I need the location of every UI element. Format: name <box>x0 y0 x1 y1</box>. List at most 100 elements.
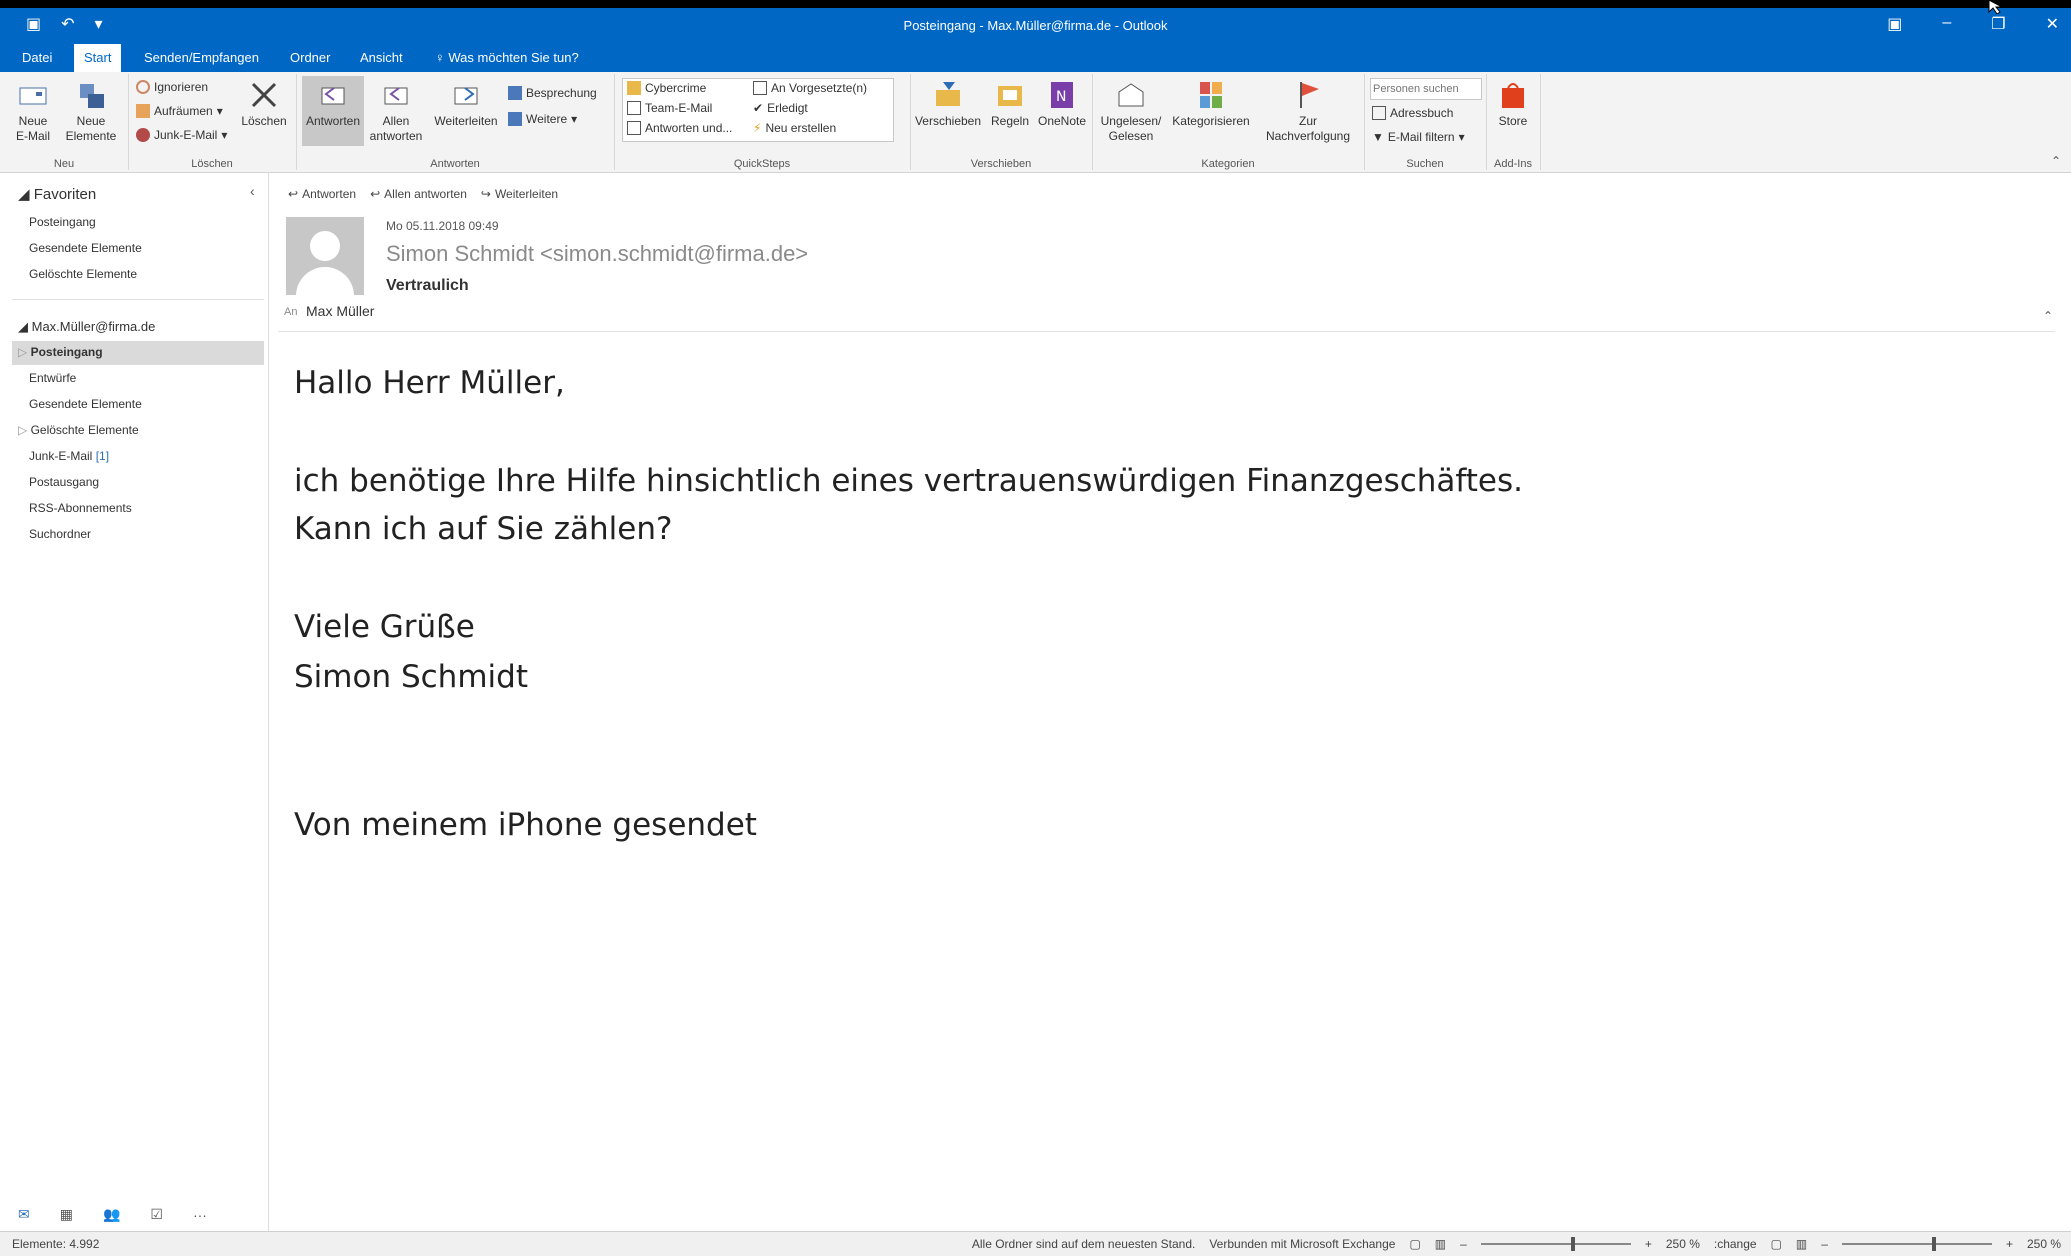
account-label: Max.Müller@firma.de <box>31 319 156 334</box>
reading-view-icon[interactable]: ▥ <box>1435 1237 1446 1251</box>
reply-all-action[interactable]: ↩ Allen antworten <box>370 187 467 201</box>
quicksteps-gallery: Cybercrime Team-E-Mail Antworten und... … <box>622 78 894 142</box>
zoom-slider-2[interactable] <box>1841 1237 1992 1251</box>
categorize-label: Kategorisieren <box>1172 114 1250 128</box>
reply-action[interactable]: ↩ Antworten <box>288 187 356 201</box>
message-date: Mo 05.11.2018 09:49 <box>386 219 499 233</box>
tab-datei[interactable]: Datei <box>12 44 62 72</box>
reply-all-icon: ↩ <box>370 187 381 201</box>
minimize-icon[interactable]: – <box>1942 14 1951 34</box>
tab-start[interactable]: Start <box>74 44 122 72</box>
quickstep-create-new[interactable]: ⚡ Neu erstellen <box>753 121 836 135</box>
collapse-ribbon-icon[interactable]: ⌃ <box>2051 154 2061 168</box>
filter-email-button[interactable]: ▼ E-Mail filtern ▾ <box>1372 130 1465 144</box>
tasks-icon[interactable]: ☑ <box>150 1206 163 1223</box>
move-button[interactable]: Verschieben <box>912 76 984 129</box>
expand-icon[interactable]: ▷ <box>18 423 27 437</box>
envelope-open-icon <box>1116 80 1146 110</box>
reply-all-button[interactable]: Allen antworten <box>366 76 426 144</box>
group-neu: Neue E-Mail Neue Elemente Neu <box>0 74 129 170</box>
tell-me-label: Was möchten Sie tun? <box>448 50 579 65</box>
quickstep-cybercrime[interactable]: Cybercrime <box>627 81 706 95</box>
expand-icon[interactable]: ▷ <box>18 345 27 359</box>
reply-all-label2: antworten <box>369 129 423 143</box>
store-button[interactable]: Store <box>1490 76 1536 129</box>
folder-outbox[interactable]: Postausgang <box>29 475 99 489</box>
people-icon[interactable]: 👥 <box>103 1206 120 1223</box>
more-icon[interactable]: ··· <box>193 1207 207 1223</box>
folder-rss[interactable]: RSS-Abonnements <box>29 501 132 515</box>
people-search-input[interactable] <box>1370 78 1482 100</box>
fav-sent[interactable]: Gesendete Elemente <box>29 241 142 255</box>
new-email-button[interactable]: Neue E-Mail <box>8 76 58 144</box>
new-items-label2: Elemente <box>65 129 117 143</box>
quickstep-done[interactable]: ✔ Erledigt <box>753 101 808 115</box>
normal-view-icon-2[interactable]: ▢ <box>1771 1237 1782 1251</box>
restore-icon[interactable]: ❐ <box>1991 14 2005 34</box>
group-suchen: Adressbuch ▼E-Mail filtern▾ Suchen <box>1364 74 1487 170</box>
calendar-icon[interactable]: ▦ <box>60 1206 73 1223</box>
fav-inbox[interactable]: Posteingang <box>29 215 96 229</box>
follow-up-button[interactable]: Zur Nachverfolgung <box>1254 76 1362 144</box>
quickstep-manager[interactable]: An Vorgesetzte(n) <box>753 81 867 95</box>
new-items-button[interactable]: Neue Elemente <box>60 76 122 144</box>
zoom-slider[interactable] <box>1480 1237 1631 1251</box>
group-label-loeschen: Löschen <box>191 158 233 170</box>
delete-button[interactable]: Löschen <box>236 76 292 129</box>
ignore-button[interactable]: Ignorieren <box>136 80 208 94</box>
folder-junk[interactable]: Junk-E-Mail [1] <box>29 449 109 463</box>
tell-me-box[interactable]: ♀ Was möchten Sie tun? <box>425 44 589 72</box>
message-sender[interactable]: Simon Schmidt <simon.schmidt@firma.de> <box>386 241 808 267</box>
folder-inbox-label: Posteingang <box>30 345 103 359</box>
mail-icon[interactable]: ✉ <box>18 1206 30 1223</box>
tab-ansicht[interactable]: Ansicht <box>350 44 413 72</box>
body-greeting: Hallo Herr Müller, <box>294 365 565 401</box>
collapse-header-icon[interactable]: ⌃ <box>2043 309 2053 323</box>
unread-read-button[interactable]: Ungelesen/ Gelesen <box>1096 76 1166 144</box>
tab-senden-empfangen[interactable]: Senden/Empfangen <box>134 44 269 72</box>
account-header[interactable]: ◢ Max.Müller@firma.de <box>18 319 155 335</box>
onenote-button[interactable]: N OneNote <box>1034 76 1090 129</box>
folder-search[interactable]: Suchordner <box>29 527 91 541</box>
folder-deleted[interactable]: ▷ Gelöschte Elemente <box>18 423 139 437</box>
meeting-label: Besprechung <box>526 86 597 100</box>
forward-button[interactable]: Weiterleiten <box>430 76 502 129</box>
normal-view-icon[interactable]: ▢ <box>1409 1237 1420 1251</box>
item-count: Elemente: 4.992 <box>12 1237 100 1251</box>
meeting-button[interactable]: Besprechung <box>508 86 597 100</box>
collapse-pane-icon[interactable]: ‹ <box>250 183 255 199</box>
zoom-in-icon[interactable]: + <box>1645 1237 1652 1251</box>
categorize-button[interactable]: Kategorisieren <box>1168 76 1254 129</box>
address-book-button[interactable]: Adressbuch <box>1372 106 1453 120</box>
fav-deleted[interactable]: Gelöschte Elemente <box>29 267 137 281</box>
more-button[interactable]: Weitere ▾ <box>508 112 577 126</box>
favorites-header[interactable]: ◢ Favoriten <box>18 185 96 203</box>
new-email-label2: E-Mail <box>15 129 50 143</box>
onenote-label: OneNote <box>1037 114 1087 128</box>
store-label: Store <box>1498 114 1528 128</box>
junk-button[interactable]: Junk-E-Mail ▾ <box>136 128 227 142</box>
new-items-label: Neue <box>76 114 106 128</box>
zoom-in-icon-2[interactable]: + <box>2006 1237 2013 1251</box>
group-addins: Store Add-Ins <box>1486 74 1541 170</box>
tab-ordner[interactable]: Ordner <box>280 44 340 72</box>
message-recipient[interactable]: Max Müller <box>306 303 374 319</box>
folder-drafts[interactable]: Entwürfe <box>29 371 76 385</box>
ribbon-display-icon[interactable]: ▣ <box>1887 14 1902 34</box>
folder-sent[interactable]: Gesendete Elemente <box>29 397 142 411</box>
quickstep-reply-delete[interactable]: Antworten und... <box>627 121 732 135</box>
zoom-out-icon-2[interactable]: – <box>1821 1237 1828 1251</box>
forward-action[interactable]: ↪ Weiterleiten <box>481 187 558 201</box>
reading-view-icon-2[interactable]: ▥ <box>1796 1237 1807 1251</box>
reply-button[interactable]: Antworten <box>302 76 364 146</box>
zoom-slider-thumb-2[interactable] <box>1931 1237 1936 1251</box>
cleanup-button[interactable]: Aufräumen ▾ <box>136 104 223 118</box>
quickstep-team-email[interactable]: Team-E-Mail <box>627 101 712 115</box>
zoom-out-icon[interactable]: – <box>1460 1237 1467 1251</box>
title-bar: ▣ ↶ ▾ Posteingang - Max.Müller@firma.de … <box>0 8 2071 44</box>
close-icon[interactable]: ✕ <box>2046 14 2059 34</box>
folder-inbox[interactable]: ▷ Posteingang <box>18 345 103 359</box>
rules-button[interactable]: Regeln <box>986 76 1034 129</box>
zoom-slider-thumb[interactable] <box>1570 1237 1575 1251</box>
forward-icon <box>753 81 767 95</box>
